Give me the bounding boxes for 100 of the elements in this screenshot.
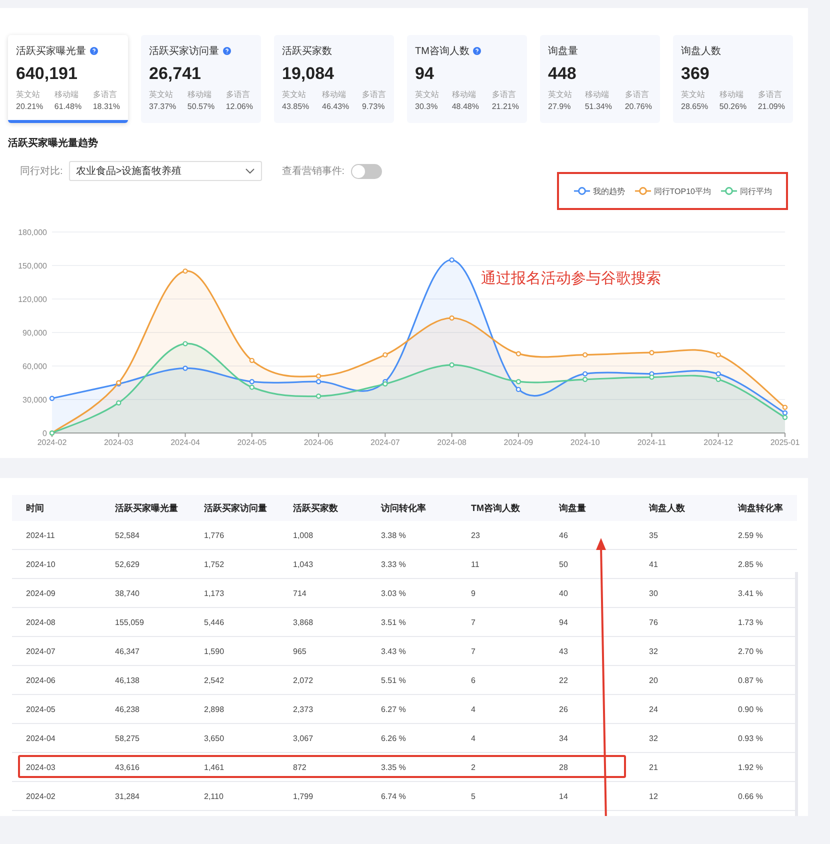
data-point[interactable] [649,350,654,356]
table-cell-text: 50 [559,560,569,568]
data-point[interactable] [516,386,522,392]
column-header: TM咨询人数 [471,502,521,514]
table-cell-text: 43,616 [115,762,140,772]
axis-label: 2024-11 [637,438,666,447]
table-cell-text: 4 [471,734,476,742]
table-cell-text: 6 [471,676,476,684]
column-header: 询盘人数 [649,502,686,514]
metric-card[interactable]: 询盘人数 369 英文站 28.65% 移动端 50.26% 多语言 21.09% [673,35,793,123]
help-icon[interactable] [90,47,98,55]
table-cell-text: 1.92 % [738,762,764,772]
data-point[interactable] [316,394,322,399]
table-cell-text: 2024-11 [26,530,56,540]
section-title: 活跃买家曝光量趋势 [8,136,98,150]
data-point[interactable] [782,410,788,416]
data-point[interactable] [182,341,188,346]
data-point[interactable] [449,362,454,368]
data-point[interactable] [449,257,454,263]
column-header: 时间 [26,502,45,514]
table-cell-text: 2.59 % [738,530,764,540]
breakdown-value: 51.34% [584,102,612,111]
axis-label: 2024-08 [437,438,466,447]
data-point[interactable] [782,414,788,420]
metric-card[interactable]: 活跃买家访问量 26,741 英文站 37.37% 移动端 50.57% 多语言 12.06% [141,35,261,123]
industry-dropdown[interactable]: 农业食品>设施畜牧养殖 [68,161,262,181]
table-cell-text: 94 [559,618,569,626]
legend-item[interactable]: 同行平均 [721,186,772,196]
table-cell-text: 0.66 % [738,792,764,800]
table-cell-text: 2024-10 [26,560,56,568]
data-point[interactable] [516,351,522,356]
help-icon[interactable] [473,47,482,55]
data-point[interactable] [516,379,522,384]
table-cell-text: 6.27 % [381,704,407,714]
data-point[interactable] [582,352,588,358]
table-cell-text: 5.51 % [381,676,407,684]
data-point[interactable] [116,380,122,386]
table-cell-text: 1,799 [293,792,314,800]
data-point[interactable] [316,373,322,379]
data-point[interactable] [782,404,788,410]
data-point[interactable] [249,384,254,390]
metric-card[interactable]: TM咨询人数 94 英文站 30.3% 移动端 48.48% 多语言 21.21% [407,35,527,123]
axis-label: 2024-12 [704,438,734,447]
column-header: 询盘转化率 [738,502,784,514]
data-point[interactable] [716,376,721,382]
data-point[interactable] [582,376,588,382]
table-cell-text: 14 [559,792,569,800]
metric-card[interactable]: 活跃买家数 19,084 英文站 43.85% 移动端 46.43% 多语言 9.73% [274,35,394,123]
breakdown-label: 移动端 [54,89,80,100]
breakdown-value: 50.26% [719,102,747,111]
data-point[interactable] [182,268,188,274]
data-point[interactable] [582,371,588,376]
breakdown-label: 英文站 [16,89,41,100]
legend-item[interactable]: 同行TOP10平均 [634,186,711,196]
table-cell-text: 1,043 [293,560,314,568]
table-cell-text: 3.38 % [381,530,407,540]
axis-label: 0 [42,429,47,438]
table-cell-text: 0.93 % [738,734,764,742]
table-cell-text: 3,650 [204,734,226,742]
table-cell-text: 46,138 [115,676,140,684]
data-point[interactable] [382,381,388,386]
table-cell-text: 58,275 [115,734,140,742]
toggle-switch[interactable] [350,164,382,178]
data-point[interactable] [649,374,654,380]
table-cell-text: 2 [471,762,476,772]
table-cell-text: 1,776 [204,530,226,540]
metric-title: 活跃买家访问量 [149,44,219,58]
table-cell-text: 52,629 [115,560,140,568]
data-point[interactable] [116,400,122,406]
metric-value: 94 [415,64,434,84]
data-point[interactable] [49,396,55,401]
data-point[interactable] [382,352,388,358]
table-cell-text: 76 [649,618,659,626]
data-point[interactable] [249,358,254,364]
table-cell-text: 41 [649,560,659,568]
legend-item[interactable]: 我的趋势 [574,186,625,196]
breakdown-value: 46.43% [322,102,350,111]
axis-label: 2024-04 [170,438,200,447]
data-point[interactable] [182,366,188,371]
table-cell-text: 43 [559,646,569,656]
axis-label: 2025-01 [770,438,800,447]
help-icon[interactable] [223,47,231,55]
metric-card[interactable]: 活跃买家曝光量 640,191 英文站 20.21% 移动端 61.48% 多语言 18.31% [8,35,128,123]
axis-label: 120,000 [18,295,47,304]
table-cell-text: 3.51 % [381,618,407,626]
breakdown-value: 61.48% [54,102,82,111]
data-point[interactable] [716,371,721,376]
breakdown-value: 20.21% [16,102,44,111]
data-point[interactable] [249,379,254,384]
data-point[interactable] [316,379,322,384]
data-point[interactable] [449,315,454,321]
metric-card[interactable]: 询盘量 448 英文站 27.9% 移动端 51.34% 多语言 20.76% [540,35,660,123]
table-cell-text: 2.70 % [738,646,764,656]
metric-value: 19,084 [282,64,334,84]
metric-value: 369 [681,64,710,84]
table-cell-text: 2024-07 [26,646,56,656]
data-point[interactable] [716,352,721,358]
table-cell-text: 3.33 % [381,560,407,568]
table-cell-text: 1,590 [204,646,226,656]
column-header: 询盘量 [559,502,587,514]
